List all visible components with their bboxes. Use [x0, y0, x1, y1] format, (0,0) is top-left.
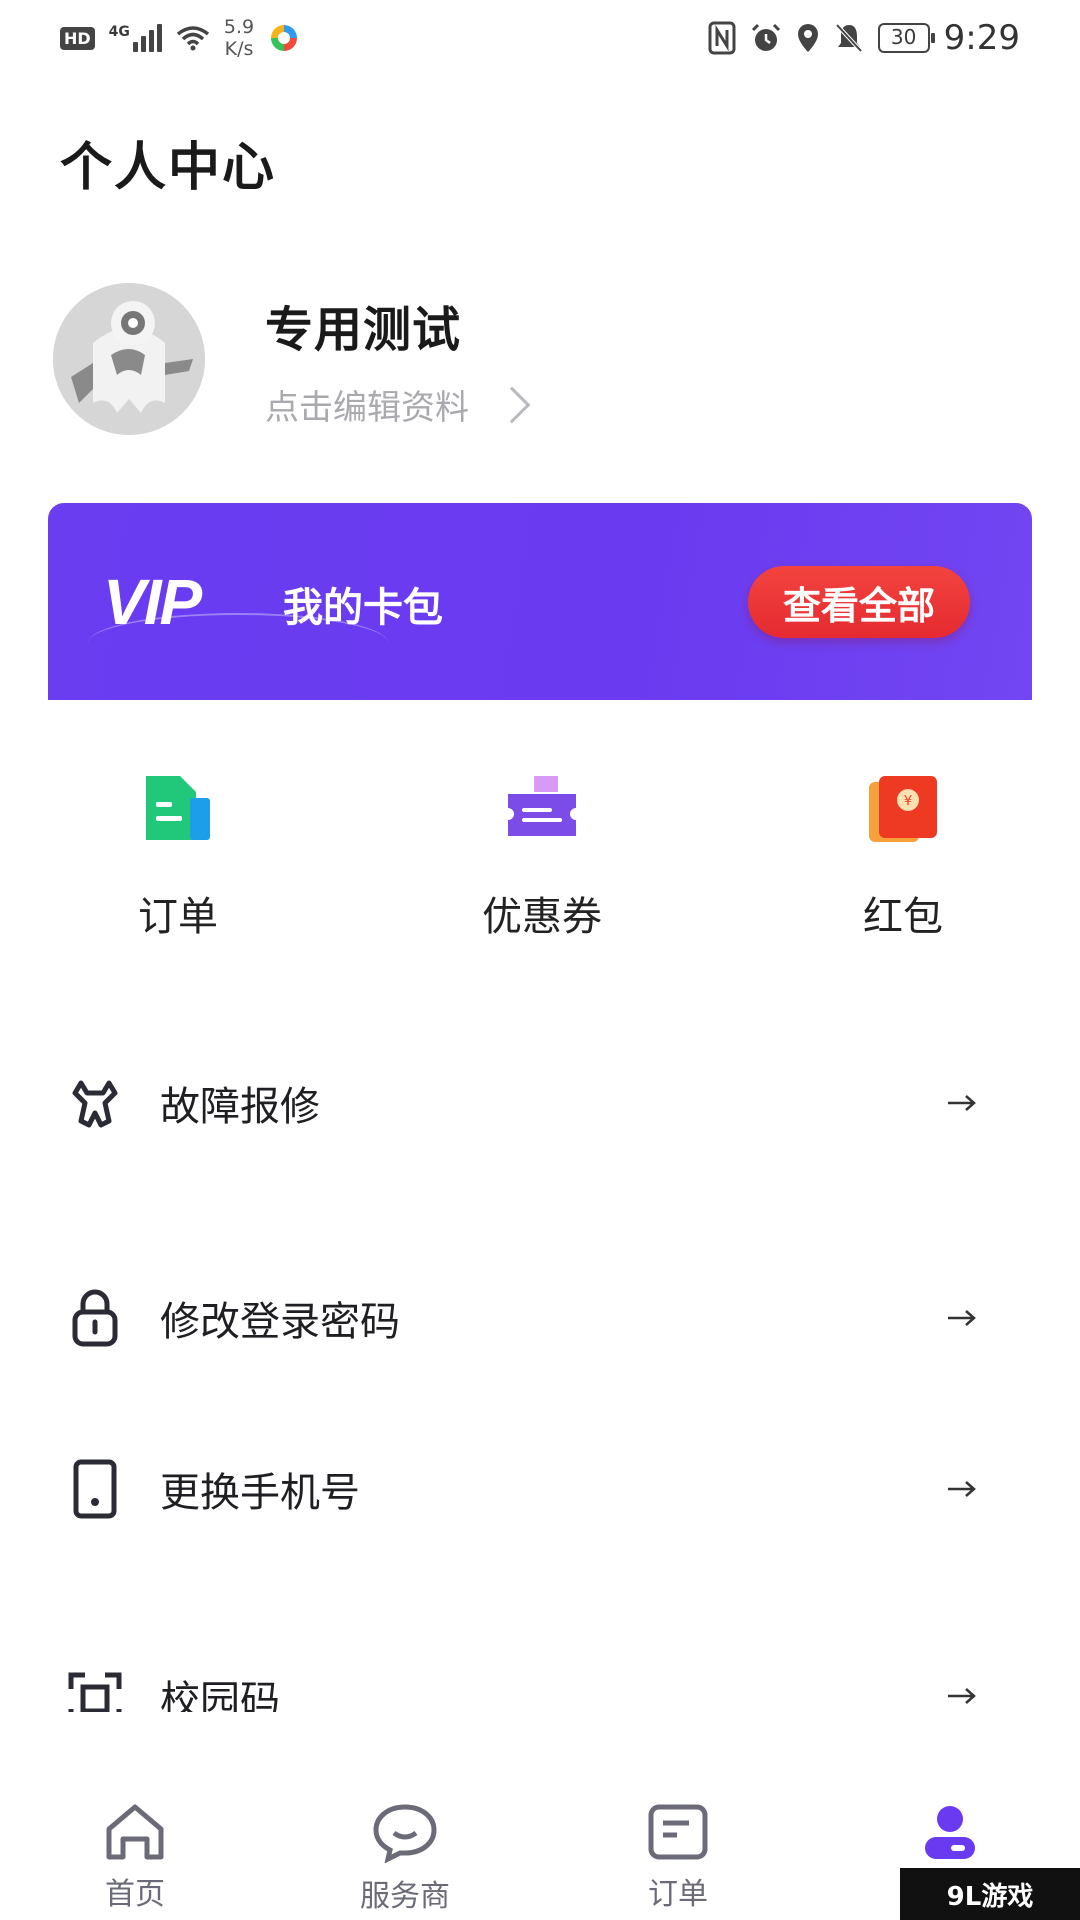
vip-card[interactable]: VIP 我的卡包 查看全部: [48, 503, 1032, 700]
watermark-logo: 9L游戏: [900, 1868, 1080, 1920]
nfc-icon: [708, 21, 736, 55]
menu-item-change-phone[interactable]: 更换手机号: [60, 1444, 1020, 1534]
wifi-icon: [176, 26, 209, 51]
order-doc-icon: [146, 776, 210, 840]
battery-icon: 30: [877, 23, 935, 53]
chevron-right-icon: [493, 386, 531, 423]
phone-icon: [60, 1454, 130, 1524]
mute-bell-icon: [835, 23, 863, 53]
quick-entry-label: 优惠券: [482, 894, 602, 940]
nav-tab-service[interactable]: 服务商: [325, 1803, 485, 1915]
svg-text:¥: ¥: [904, 794, 912, 809]
net-speed-unit: K/s: [224, 38, 254, 60]
profile-name: 专用测试: [265, 302, 462, 358]
clock: 9:29: [943, 18, 1020, 58]
menu-item-label: 故障报修: [160, 1084, 320, 1130]
nav-label: 首页: [105, 1877, 165, 1912]
menu-item-label: 校园码: [160, 1678, 280, 1712]
nav-tab-order[interactable]: 订单: [598, 1803, 758, 1913]
nav-tab-home[interactable]: 首页: [55, 1803, 215, 1913]
quick-entry-coupon[interactable]: 优惠券: [422, 770, 662, 942]
location-icon: [797, 24, 818, 52]
menu-item-label: 修改登录密码: [160, 1299, 400, 1345]
status-bar: HD 4G 5.9 K/s 30 9:29: [0, 0, 1080, 76]
app-notification-icon: [271, 25, 298, 51]
status-left: HD 4G 5.9 K/s: [60, 16, 300, 60]
order-icon: [648, 1804, 708, 1860]
view-all-button[interactable]: 查看全部: [748, 566, 970, 638]
arrow-right-icon: [948, 1095, 976, 1111]
home-icon: [106, 1804, 164, 1860]
edit-profile-label: 点击编辑资料: [265, 388, 469, 428]
arrow-right-icon: [948, 1481, 976, 1497]
net-speed: 5.9 K/s: [224, 16, 254, 60]
quick-entry-label: 红包: [863, 894, 943, 940]
status-right: 30 9:29: [708, 18, 1020, 58]
quick-entry-label: 订单: [138, 894, 218, 940]
nav-label: 服务商: [360, 1879, 450, 1914]
red-envelope-icon: ¥: [869, 776, 937, 842]
quick-entry-red-envelope[interactable]: ¥ 红包: [783, 770, 1023, 942]
menu-item-campus-code[interactable]: 校园码: [60, 1660, 1020, 1712]
user-icon: [925, 1806, 975, 1859]
robot-avatar-icon: [53, 283, 205, 435]
lock-icon: [60, 1283, 130, 1353]
scan-code-icon: [60, 1664, 130, 1712]
quick-entry-order[interactable]: 订单: [58, 770, 298, 942]
vip-card-title: 我的卡包: [283, 585, 443, 631]
page-title: 个人中心: [60, 138, 277, 198]
menu-item-label: 更换手机号: [160, 1470, 360, 1516]
quick-entries: 订单 优惠券 ¥ 红包: [0, 770, 1080, 940]
edit-profile-link[interactable]: 点击编辑资料: [265, 380, 531, 429]
coupon-ticket-icon: [508, 776, 576, 836]
network-type: 4G: [108, 24, 130, 40]
chat-bubble-icon: [373, 1804, 437, 1863]
menu-item-change-password[interactable]: 修改登录密码: [60, 1273, 1020, 1363]
net-speed-value: 5.9: [223, 16, 255, 38]
hd-badge: HD: [60, 26, 95, 50]
wrench-icon: [60, 1068, 130, 1138]
alarm-icon: [751, 23, 780, 51]
arrow-right-icon: [948, 1688, 976, 1704]
avatar[interactable]: [53, 283, 205, 435]
nav-label: 订单: [648, 1877, 708, 1912]
arrow-right-icon: [948, 1310, 976, 1326]
menu-item-repair[interactable]: 故障报修: [60, 1058, 1020, 1148]
signal-icon: 4G: [109, 24, 162, 52]
